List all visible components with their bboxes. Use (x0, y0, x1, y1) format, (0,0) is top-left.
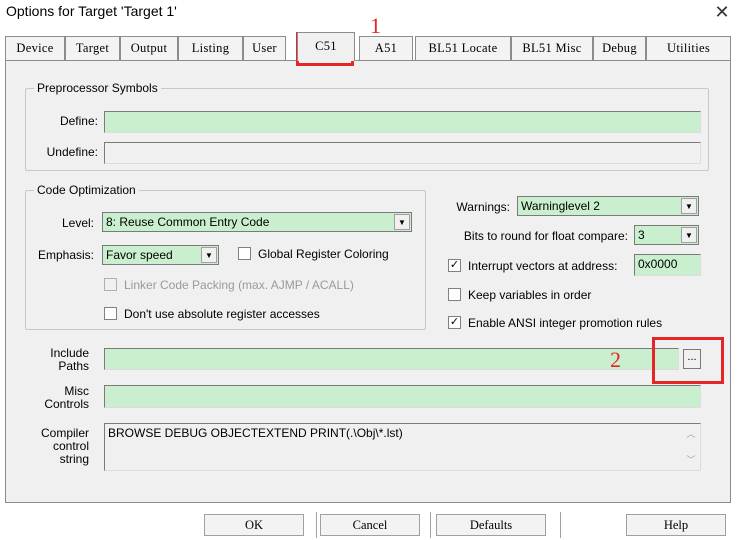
level-select-value: 8: Reuse Common Entry Code (106, 215, 270, 229)
compiler-control-string-label: Compiler control string (30, 427, 89, 466)
tab-device[interactable]: Device (5, 36, 65, 60)
undefine-input[interactable] (104, 142, 701, 164)
misc-controls-label-line2: Controls (44, 397, 89, 411)
ok-button[interactable]: OK (204, 514, 304, 536)
scroll-down-icon[interactable]: ﹀ (683, 452, 699, 468)
tab-a51[interactable]: A51 (359, 36, 413, 60)
bits-round-label: Bits to round for float compare: (463, 229, 628, 243)
tab-utilities[interactable]: Utilities (646, 36, 731, 60)
scroll-up-icon[interactable]: ︿ (683, 426, 699, 442)
level-label: Level: (61, 216, 94, 230)
global-register-coloring-checkbox[interactable] (238, 247, 251, 260)
compiler-control-string-value: BROWSE DEBUG OBJECTEXTEND PRINT(.\Obj\*.… (108, 426, 403, 440)
include-paths-input[interactable] (104, 348, 679, 370)
no-absolute-register-label: Don't use absolute register accesses (124, 307, 320, 321)
keep-variables-label: Keep variables in order (468, 288, 592, 302)
warnings-label: Warnings: (456, 200, 510, 214)
undefine-label: Undefine: (46, 145, 98, 159)
emphasis-select[interactable]: Favor speed ▼ (102, 245, 219, 265)
interrupt-vectors-label: Interrupt vectors at address: (468, 259, 618, 273)
help-button[interactable]: Help (626, 514, 726, 536)
linker-code-packing-checkbox (104, 278, 117, 291)
emphasis-select-value: Favor speed (106, 248, 173, 262)
misc-controls-label: Misc Controls (30, 385, 89, 411)
warnings-select-value: Warninglevel 2 (521, 199, 600, 213)
tab-output[interactable]: Output (120, 36, 178, 60)
chevron-down-icon[interactable]: ▼ (394, 214, 410, 230)
button-separator (560, 512, 561, 538)
interrupt-vectors-address-input[interactable]: 0x0000 (634, 254, 701, 276)
preprocessor-group-label: Preprocessor Symbols (34, 81, 161, 95)
linker-code-packing-label: Linker Code Packing (max. AJMP / ACALL) (124, 278, 354, 292)
warnings-select[interactable]: Warninglevel 2 ▼ (517, 196, 699, 216)
tab-user[interactable]: User (243, 36, 286, 60)
annotation-box-browse (652, 337, 724, 384)
annotation-number-one: 1 (370, 13, 381, 38)
tab-listing[interactable]: Listing (178, 36, 243, 60)
code-optimization-group-label: Code Optimization (34, 183, 139, 197)
compiler-control-scrollbar[interactable]: ︿ ﹀ (683, 424, 699, 470)
compiler-control-label-line3: string (59, 452, 89, 466)
window-title: Options for Target 'Target 1' (6, 3, 177, 19)
defaults-button[interactable]: Defaults (436, 514, 546, 536)
keep-variables-checkbox[interactable] (448, 288, 461, 301)
include-paths-label: Include Paths (30, 347, 89, 373)
chevron-down-icon[interactable]: ▼ (681, 198, 697, 214)
tab-bl51-locate[interactable]: BL51 Locate (415, 36, 511, 60)
ansi-integer-checkbox[interactable]: ✓ (448, 316, 461, 329)
tab-c51[interactable]: C51 (297, 32, 355, 61)
bits-round-select-value: 3 (638, 228, 645, 242)
bits-round-select[interactable]: 3 ▼ (634, 225, 699, 245)
define-input[interactable] (104, 111, 701, 133)
tab-strip: Device Target Output Listing User C51 A5… (5, 32, 731, 62)
ansi-integer-label: Enable ANSI integer promotion rules (468, 316, 663, 330)
annotation-number-two: 2 (610, 347, 621, 372)
emphasis-label: Emphasis: (37, 248, 94, 262)
misc-controls-input[interactable] (104, 385, 701, 408)
include-paths-label-line2: Paths (58, 359, 89, 373)
tab-bl51-misc[interactable]: BL51 Misc (511, 36, 593, 60)
button-separator (316, 512, 317, 538)
global-register-coloring-label: Global Register Coloring (258, 247, 389, 261)
close-icon[interactable]: ✕ (712, 2, 732, 22)
chevron-down-icon[interactable]: ▼ (681, 227, 697, 243)
level-select[interactable]: 8: Reuse Common Entry Code ▼ (102, 212, 412, 232)
tab-debug[interactable]: Debug (593, 36, 646, 60)
compiler-control-string-text: BROWSE DEBUG OBJECTEXTEND PRINT(.\Obj\*.… (104, 423, 701, 471)
chevron-down-icon[interactable]: ▼ (201, 247, 217, 263)
cancel-button[interactable]: Cancel (320, 514, 420, 536)
tab-target[interactable]: Target (65, 36, 120, 60)
interrupt-vectors-checkbox[interactable]: ✓ (448, 259, 461, 272)
button-separator (430, 512, 431, 538)
no-absolute-register-checkbox[interactable] (104, 307, 117, 320)
define-label: Define: (59, 114, 98, 128)
